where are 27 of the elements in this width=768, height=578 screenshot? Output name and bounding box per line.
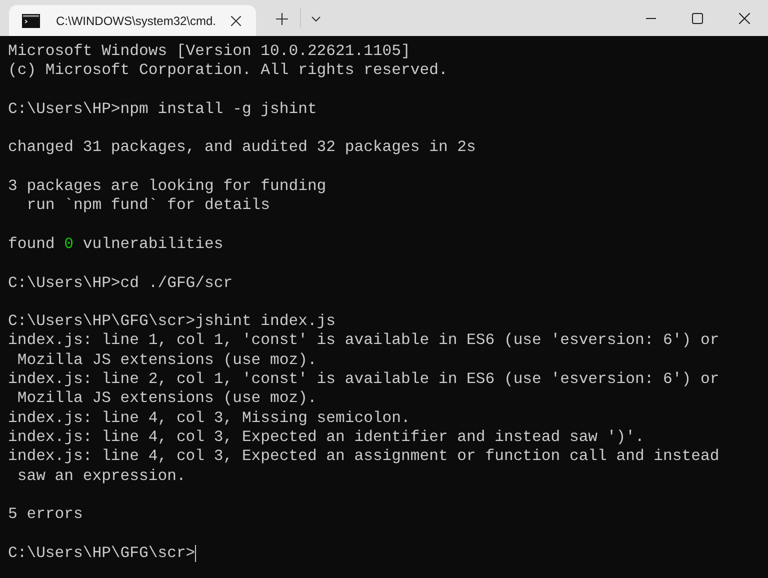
terminal-icon — [22, 14, 40, 28]
terminal-line: Microsoft Windows [Version 10.0.22621.1105] — [8, 42, 412, 62]
terminal-line: Mozilla JS extensions (use moz). — [16, 389, 318, 409]
terminal-line: C:\Users\HP\GFG\scr>jshint index.js — [8, 312, 337, 332]
chevron-down-icon — [311, 16, 321, 22]
plus-icon — [276, 13, 288, 25]
terminal-line: changed 31 packages, and audited 32 packages in 2s — [8, 138, 477, 158]
close-icon — [739, 12, 750, 24]
terminal-tab[interactable]: C:\WINDOWS\system32\cmd. — [9, 5, 256, 36]
tab-title: C:\WINDOWS\system32\cmd. — [56, 12, 218, 30]
terminal-line: index.js: line 2, col 1, 'const' is available in ES6 (use 'esversion: 6') or — [8, 370, 720, 390]
terminal-line: 3 packages are looking for funding — [8, 177, 328, 196]
terminal-line: saw an expression. — [16, 466, 187, 486]
prompt-line: C:\Users\HP\GFG\scr> — [8, 544, 196, 564]
maximize-icon — [692, 12, 703, 24]
close-icon — [231, 16, 241, 26]
terminal-line: index.js: line 4, col 3, Expected an identifier and instead saw ')'. — [8, 428, 646, 448]
terminal-line: index.js: line 4, col 3, Expected an assignment or function call and instead — [8, 447, 720, 467]
terminal-line: (c) Microsoft Corporation. All rights reserved. — [8, 61, 449, 81]
terminal-line: index.js: line 4, col 3, Missing semicolon. — [8, 408, 412, 428]
terminal-line: Mozilla JS extensions (use moz). — [16, 350, 318, 370]
terminal-line: index.js: line 1, col 1, 'const' is available in ES6 (use 'esversion: 6') or — [8, 331, 720, 351]
terminal-line: run `npm fund` for details — [26, 196, 272, 216]
terminal-line: C:\Users\HP>cd ./GFG/scr — [8, 274, 234, 293]
terminal-line: C:\Users\HP>npm install -g jshint — [8, 100, 318, 120]
terminal-line: 5 errors — [8, 505, 84, 524]
terminal-line: found 0 vulnerabilities — [8, 234, 224, 254]
